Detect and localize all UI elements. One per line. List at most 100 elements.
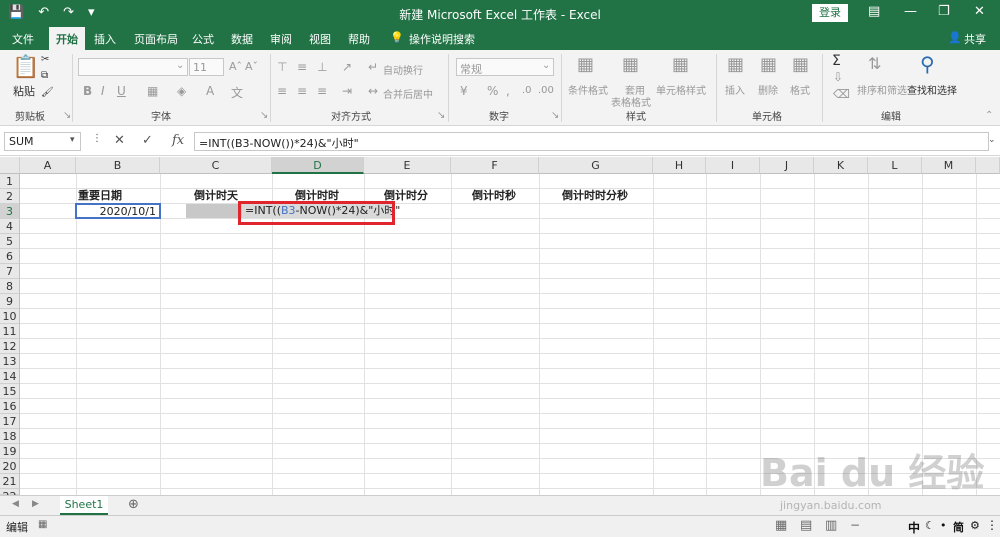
column-header[interactable]: E <box>364 157 451 174</box>
row-header[interactable]: 3 <box>0 204 20 219</box>
row-header[interactable]: 7 <box>0 264 20 279</box>
top-align-icon[interactable]: ⊤ <box>277 60 287 74</box>
wrap-text-icon[interactable]: ↵ <box>368 60 378 74</box>
format-cells-icon[interactable]: ▦ <box>792 54 809 75</box>
column-header[interactable]: H <box>653 157 706 174</box>
formula-input[interactable]: =INT((B3-NOW())*24)&"小时" <box>194 132 989 151</box>
number-format-select[interactable]: 常规 <box>456 58 554 76</box>
row-header[interactable]: 14 <box>0 369 20 384</box>
format-cells-button[interactable]: 格式 <box>790 82 810 97</box>
tab-review[interactable]: 审阅 <box>270 31 292 47</box>
fill-icon[interactable]: ⇩ <box>833 70 843 84</box>
tab-home[interactable]: 开始 <box>49 27 85 50</box>
row-header[interactable]: 6 <box>0 249 20 264</box>
column-header[interactable]: K <box>814 157 868 174</box>
ime-indicator[interactable]: 中 <box>908 519 920 536</box>
underline-icon[interactable]: U <box>117 84 126 98</box>
share-user-icon[interactable]: 👤 <box>948 31 962 44</box>
cell-f2[interactable]: 倒计时秒 <box>472 189 516 203</box>
prev-sheet-icon[interactable]: ◀ <box>12 499 19 509</box>
tab-page-layout[interactable]: 页面布局 <box>134 31 178 47</box>
macro-record-icon[interactable]: ▦ <box>38 519 47 530</box>
middle-align-icon[interactable]: ≡ <box>297 60 307 74</box>
fill-color-icon[interactable]: ◈ <box>177 84 186 98</box>
format-painter-icon[interactable]: 🖌 <box>41 87 54 98</box>
insert-cells-icon[interactable]: ▦ <box>727 54 744 75</box>
collapse-ribbon-icon[interactable]: ⌃ <box>985 110 993 121</box>
page-break-view-icon[interactable]: ▥ <box>825 518 837 533</box>
cell-c2[interactable]: 倒计时天 <box>194 189 238 203</box>
next-sheet-icon[interactable]: ▶ <box>32 499 39 509</box>
insert-function-icon[interactable]: fx <box>172 133 184 148</box>
ribbon-display-icon[interactable]: ▤ <box>868 4 880 19</box>
column-header[interactable]: D <box>272 157 364 174</box>
bottom-align-icon[interactable]: ⊥ <box>317 60 327 74</box>
column-header[interactable]: C <box>160 157 272 174</box>
column-header[interactable]: L <box>868 157 922 174</box>
restore-icon[interactable]: ❐ <box>938 4 950 19</box>
wrap-text-button[interactable]: 自动换行 <box>383 62 423 77</box>
column-header[interactable]: J <box>760 157 814 174</box>
row-header[interactable]: 2 <box>0 189 20 204</box>
row-header[interactable]: 17 <box>0 414 20 429</box>
cell-b2[interactable]: 重要日期 <box>78 189 122 203</box>
conditional-format-icon[interactable]: ▦ <box>577 54 594 75</box>
row-header[interactable]: 15 <box>0 384 20 399</box>
percent-icon[interactable]: % <box>487 84 498 98</box>
login-button[interactable]: 登录 <box>812 4 848 22</box>
column-header[interactable]: B <box>76 157 160 174</box>
minimize-icon[interactable]: — <box>904 4 917 19</box>
merge-icon[interactable]: ↔ <box>368 84 378 98</box>
ime-punctuation-icon[interactable]: • <box>940 519 947 532</box>
page-layout-view-icon[interactable]: ▤ <box>800 518 812 533</box>
align-left-icon[interactable]: ≡ <box>277 84 287 98</box>
find-select-button[interactable]: 查找和选择 <box>907 82 957 97</box>
sort-filter-icon[interactable]: ⇅ <box>868 54 881 73</box>
cell-styles-icon[interactable]: ▦ <box>672 54 689 75</box>
cell-g2[interactable]: 倒计时时分秒 <box>562 189 628 203</box>
cut-icon[interactable]: ✂ <box>41 54 49 65</box>
decrease-font-icon[interactable]: Aˇ <box>245 60 258 73</box>
align-center-icon[interactable]: ≡ <box>297 84 307 98</box>
row-header[interactable]: 20 <box>0 459 20 474</box>
conditional-format-button[interactable]: 条件格式 <box>568 82 608 97</box>
row-header[interactable]: 8 <box>0 279 20 294</box>
tab-help[interactable]: 帮助 <box>348 31 370 47</box>
row-header[interactable]: 11 <box>0 324 20 339</box>
paste-button[interactable]: 粘贴 <box>13 83 35 99</box>
align-right-icon[interactable]: ≡ <box>317 84 327 98</box>
worksheet-grid[interactable]: A B C D E F G H I J K L M 1 2 3 4 5 6 7 … <box>0 157 1000 495</box>
comma-icon[interactable]: , <box>506 84 510 98</box>
paste-icon[interactable]: 📋 <box>12 55 39 80</box>
column-header[interactable]: F <box>451 157 539 174</box>
tab-insert[interactable]: 插入 <box>94 31 116 47</box>
table-format-icon[interactable]: ▦ <box>622 54 639 75</box>
row-header[interactable]: 5 <box>0 234 20 249</box>
delete-cells-button[interactable]: 删除 <box>758 82 778 97</box>
font-launcher-icon[interactable]: ↘ <box>260 110 268 121</box>
share-button[interactable]: 共享 <box>964 31 986 47</box>
tab-formulas[interactable]: 公式 <box>192 31 214 47</box>
decrease-decimal-icon[interactable]: .00 <box>538 85 554 96</box>
zoom-out-icon[interactable]: − <box>850 518 860 532</box>
italic-icon[interactable]: I <box>101 84 105 98</box>
merge-center-button[interactable]: 合并后居中 <box>383 86 433 101</box>
cell-styles-button[interactable]: 单元格样式 <box>656 82 706 97</box>
column-header[interactable]: A <box>20 157 76 174</box>
row-header[interactable]: 12 <box>0 339 20 354</box>
cancel-icon[interactable]: ✕ <box>114 133 125 148</box>
ime-settings-icon[interactable]: ⚙ <box>970 519 980 532</box>
ime-moon-icon[interactable]: ☾ <box>925 519 935 532</box>
tab-view[interactable]: 视图 <box>309 31 331 47</box>
sort-filter-button[interactable]: 排序和筛选 <box>857 82 907 97</box>
tell-me-search[interactable]: 操作说明搜索 <box>409 31 475 47</box>
add-sheet-icon[interactable]: ⊕ <box>128 497 139 512</box>
alignment-launcher-icon[interactable]: ↘ <box>437 110 445 121</box>
row-header[interactable]: 1 <box>0 174 20 189</box>
normal-view-icon[interactable]: ▦ <box>775 518 787 533</box>
font-name-select[interactable] <box>78 58 188 76</box>
font-color-icon[interactable]: A <box>206 84 214 98</box>
table-format-button-line2[interactable]: 表格格式 <box>611 94 651 109</box>
clipboard-launcher-icon[interactable]: ↘ <box>63 110 71 121</box>
indent-icon[interactable]: ⇥ <box>342 84 352 98</box>
